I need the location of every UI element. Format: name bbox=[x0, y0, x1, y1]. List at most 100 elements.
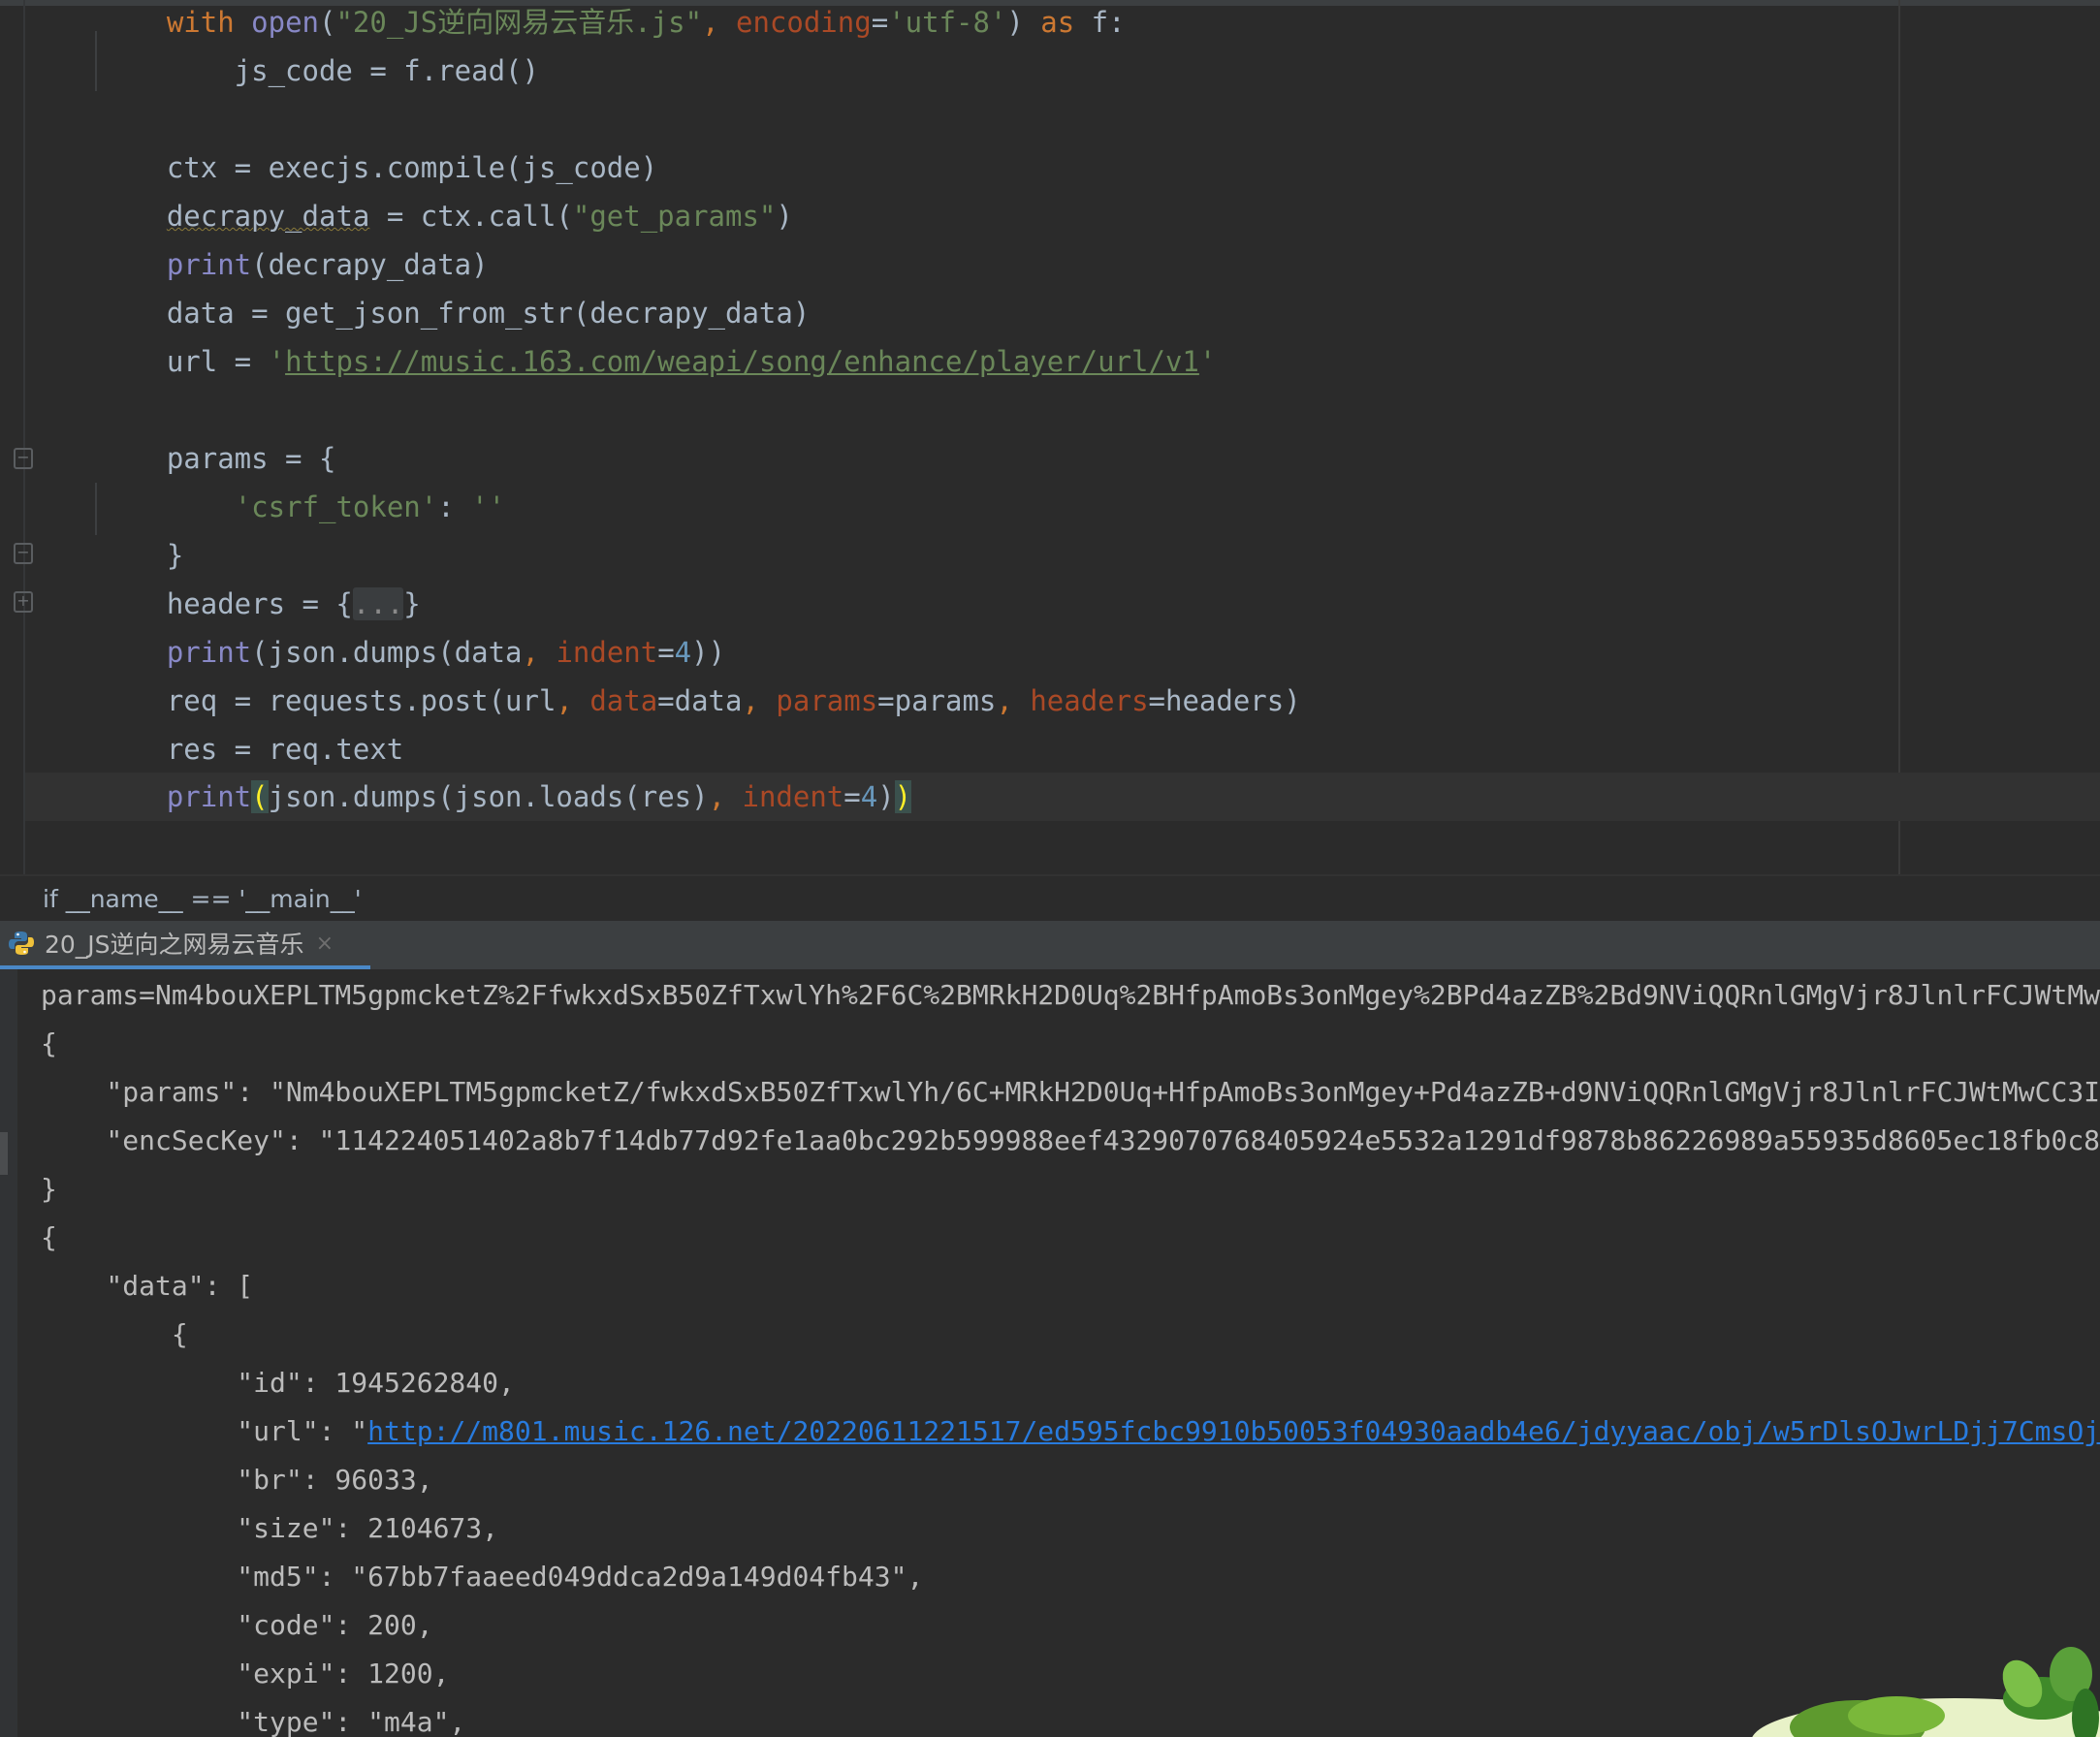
matched-paren: ( bbox=[251, 780, 269, 813]
builtin-function: print bbox=[166, 780, 252, 813]
code-line[interactable]: res = req.text bbox=[99, 725, 403, 774]
code-line[interactable]: js_code = f.read() bbox=[99, 47, 539, 95]
run-tool-window-tabs: 20_JS逆向之网易云音乐 × bbox=[0, 921, 2100, 969]
code-line[interactable]: params = { bbox=[99, 434, 336, 483]
typo-variable: decrapy_data bbox=[166, 200, 370, 233]
code-text: = ctx.call( bbox=[369, 200, 573, 233]
code-text: headers = { bbox=[99, 587, 353, 620]
code-text: ) bbox=[877, 780, 895, 813]
string-literal: "get_params" bbox=[572, 200, 777, 233]
number-literal: 4 bbox=[674, 636, 692, 669]
keyword-argument: encoding bbox=[736, 6, 872, 39]
code-text: url = bbox=[99, 345, 269, 378]
code-line-current[interactable]: print(json.dumps(json.loads(res), indent… bbox=[99, 773, 912, 821]
code-text: : bbox=[437, 490, 472, 523]
console-line: "md5": "67bb7faaeed049ddca2d9a149d04fb43… bbox=[41, 1561, 924, 1593]
code-line[interactable]: decrapy_data = ctx.call("get_params") bbox=[99, 192, 793, 240]
code-line[interactable]: } bbox=[99, 531, 183, 580]
code-text: =params bbox=[877, 684, 997, 717]
indent-guide bbox=[95, 31, 97, 91]
builtin-function: open bbox=[251, 6, 319, 39]
code-comma: , bbox=[996, 684, 1031, 717]
code-text: = bbox=[657, 636, 675, 669]
console-line: "encSecKey": "114224051402a8b7f14db77d92… bbox=[41, 1124, 2100, 1156]
code-line[interactable]: headers = {...} bbox=[99, 580, 421, 628]
run-tab[interactable]: 20_JS逆向之网易云音乐 × bbox=[0, 921, 370, 969]
string-literal: 'csrf_token' bbox=[234, 490, 438, 523]
close-icon[interactable]: × bbox=[316, 932, 334, 956]
run-tab-label: 20_JS逆向之网易云音乐 bbox=[45, 931, 304, 959]
right-margin-guide bbox=[1898, 0, 1900, 874]
number-literal: 4 bbox=[860, 780, 878, 813]
code-comma: , bbox=[708, 780, 743, 813]
scroll-marker bbox=[0, 1132, 8, 1175]
code-line[interactable]: ctx = execjs.compile(js_code) bbox=[99, 143, 657, 192]
code-text: req = requests.post(url bbox=[99, 684, 557, 717]
string-literal: 'utf-8' bbox=[888, 6, 1007, 39]
code-text: = bbox=[871, 6, 889, 39]
code-text: )) bbox=[691, 636, 726, 669]
console-line: "size": 2104673, bbox=[41, 1512, 499, 1544]
code-text: ) bbox=[1006, 6, 1041, 39]
keyword-argument: params bbox=[776, 684, 878, 717]
keyword-argument: data bbox=[589, 684, 658, 717]
python-icon bbox=[9, 932, 34, 955]
code-line[interactable]: req = requests.post(url, data=data, para… bbox=[99, 677, 1301, 725]
keyword-argument: indent bbox=[556, 636, 658, 669]
console-line: "expi": 1200, bbox=[41, 1658, 450, 1690]
code-text: = bbox=[843, 780, 861, 813]
folded-region[interactable]: ... bbox=[352, 587, 404, 620]
console-line: "params": "Nm4bouXEPLTM5gpmcketZ/fwkxdSx… bbox=[41, 1076, 2100, 1108]
code-line[interactable]: url = 'https://music.163.com/weapi/song/… bbox=[99, 337, 1217, 386]
leaf-decoration-image bbox=[1752, 1647, 2100, 1737]
code-editor[interactable]: − − + with open("20_JS逆向网易云音乐.js", encod… bbox=[0, 0, 2100, 874]
console-line: "type": "m4a", bbox=[41, 1706, 466, 1737]
console-line: "data": [ bbox=[41, 1270, 254, 1302]
fold-collapse-icon[interactable]: − bbox=[14, 448, 33, 469]
keyword: with bbox=[166, 6, 235, 39]
matched-paren: ) bbox=[894, 780, 912, 813]
console-line: "url": "http://m801.music.126.net/202206… bbox=[41, 1407, 2100, 1456]
code-line[interactable]: 'csrf_token': '' bbox=[99, 483, 505, 531]
code-text: =data bbox=[657, 684, 743, 717]
code-text: f: bbox=[1074, 6, 1126, 39]
fold-end-icon[interactable]: − bbox=[14, 543, 33, 564]
editor-gutter bbox=[23, 0, 25, 874]
builtin-function: print bbox=[166, 636, 252, 669]
code-line[interactable]: data = get_json_from_str(decrapy_data) bbox=[99, 289, 810, 337]
console-line: { bbox=[41, 1318, 188, 1350]
keyword-argument: indent bbox=[742, 780, 844, 813]
indent-guide bbox=[95, 483, 97, 535]
breadcrumb[interactable]: if __name__ == '__main__' bbox=[43, 876, 362, 923]
keyword: as bbox=[1040, 6, 1075, 39]
code-comma: , bbox=[522, 636, 557, 669]
string-literal: '' bbox=[471, 490, 506, 523]
code-line[interactable]: with open("20_JS逆向网易云音乐.js", encoding='u… bbox=[99, 0, 1126, 47]
string-quote: ' bbox=[1198, 345, 1217, 378]
console-text: "url": " bbox=[41, 1415, 368, 1447]
code-line[interactable]: print(json.dumps(data, indent=4)) bbox=[99, 628, 725, 677]
code-text: } bbox=[403, 587, 421, 620]
string-quote: ' bbox=[268, 345, 286, 378]
keyword-argument: headers bbox=[1030, 684, 1149, 717]
song-url-link[interactable]: http://m801.music.126.net/20220611221517… bbox=[367, 1415, 2100, 1447]
code-comma: , bbox=[556, 684, 590, 717]
builtin-function: print bbox=[166, 248, 252, 281]
console-line: "code": 200, bbox=[41, 1609, 433, 1641]
console-line: { bbox=[41, 1221, 57, 1253]
fold-expand-icon[interactable]: + bbox=[14, 591, 33, 613]
code-text: (json.dumps(data bbox=[251, 636, 523, 669]
run-console[interactable]: params=Nm4bouXEPLTM5gpmcketZ%2FfwkxdSxB5… bbox=[0, 969, 2100, 1737]
string-literal: "20_JS逆向网易云音乐.js" bbox=[335, 6, 703, 39]
code-text: =headers) bbox=[1148, 684, 1301, 717]
code-line[interactable]: print(decrapy_data) bbox=[99, 240, 489, 289]
url-string-link[interactable]: https://music.163.com/weapi/song/enhance… bbox=[285, 345, 1199, 378]
code-comma: , bbox=[742, 684, 777, 717]
console-line: } bbox=[41, 1173, 57, 1205]
